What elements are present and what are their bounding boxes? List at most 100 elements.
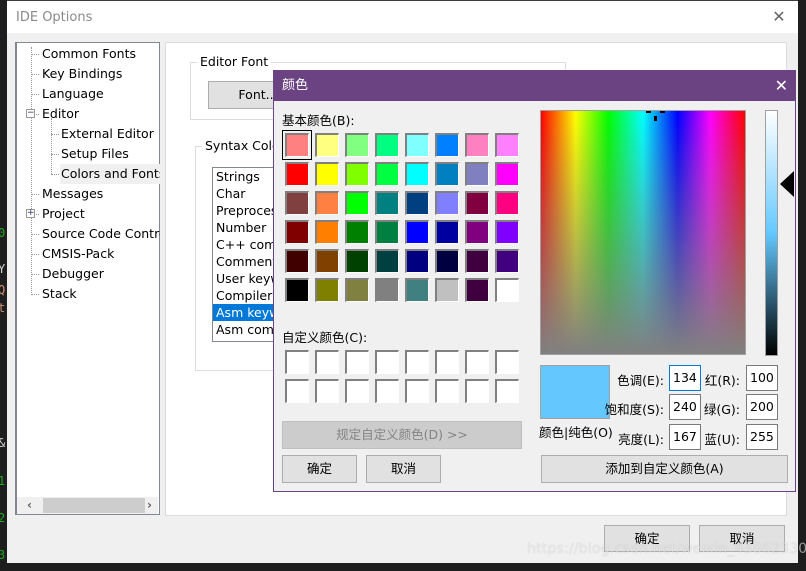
basic-color-swatch[interactable] bbox=[345, 133, 369, 157]
close-icon[interactable]: ✕ bbox=[769, 7, 789, 27]
tree-item[interactable]: Common Fonts bbox=[41, 44, 160, 64]
basic-color-swatch[interactable] bbox=[282, 130, 312, 160]
tree-connector bbox=[31, 254, 39, 255]
color-ok-button[interactable]: 确定 bbox=[282, 455, 357, 483]
basic-color-swatch[interactable] bbox=[405, 220, 429, 244]
custom-color-swatch[interactable] bbox=[495, 379, 519, 403]
tree-item[interactable]: Source Code Control bbox=[41, 224, 160, 244]
tree-horizontal-scrollbar[interactable]: ‹ › bbox=[17, 497, 158, 514]
basic-color-swatch[interactable] bbox=[465, 278, 489, 302]
basic-color-swatch[interactable] bbox=[465, 191, 489, 215]
basic-color-swatch[interactable] bbox=[315, 220, 339, 244]
basic-color-swatch[interactable] bbox=[375, 249, 399, 273]
basic-color-swatch[interactable] bbox=[495, 162, 519, 186]
custom-color-swatch[interactable] bbox=[345, 350, 369, 374]
custom-color-swatch[interactable] bbox=[435, 379, 459, 403]
basic-color-swatch[interactable] bbox=[345, 278, 369, 302]
basic-color-swatch[interactable] bbox=[405, 249, 429, 273]
custom-color-swatch[interactable] bbox=[315, 350, 339, 374]
custom-color-swatch[interactable] bbox=[375, 379, 399, 403]
basic-color-swatch[interactable] bbox=[285, 162, 309, 186]
basic-color-swatch[interactable] bbox=[315, 278, 339, 302]
custom-color-swatch[interactable] bbox=[285, 350, 309, 374]
basic-color-swatch[interactable] bbox=[405, 133, 429, 157]
tree-item[interactable]: Project bbox=[41, 204, 160, 224]
basic-color-swatch[interactable] bbox=[315, 191, 339, 215]
define-custom-colors-button[interactable]: 规定自定义颜色(D) >> bbox=[282, 421, 522, 449]
basic-color-swatch[interactable] bbox=[435, 278, 459, 302]
basic-color-swatch[interactable] bbox=[345, 220, 369, 244]
basic-color-swatch[interactable] bbox=[495, 133, 519, 157]
basic-color-swatch[interactable] bbox=[285, 220, 309, 244]
luminance-input[interactable]: 167 bbox=[669, 424, 701, 450]
custom-color-swatch[interactable] bbox=[345, 379, 369, 403]
basic-color-swatch[interactable] bbox=[345, 191, 369, 215]
basic-color-swatch[interactable] bbox=[285, 278, 309, 302]
custom-color-swatch[interactable] bbox=[435, 350, 459, 374]
basic-color-swatch[interactable] bbox=[375, 162, 399, 186]
green-input[interactable]: 200 bbox=[746, 394, 778, 420]
basic-color-swatch[interactable] bbox=[405, 162, 429, 186]
tree-item[interactable]: Language bbox=[41, 84, 160, 104]
tree-item[interactable]: Colors and Fonts bbox=[60, 164, 160, 184]
close-icon[interactable]: ✕ bbox=[775, 70, 788, 101]
saturation-input[interactable]: 240 bbox=[669, 394, 701, 420]
basic-color-swatch[interactable] bbox=[465, 133, 489, 157]
red-input[interactable]: 100 bbox=[746, 365, 778, 391]
basic-color-swatch[interactable] bbox=[435, 162, 459, 186]
basic-color-swatch[interactable] bbox=[375, 278, 399, 302]
add-to-custom-colors-button[interactable]: 添加到自定义颜色(A) bbox=[541, 455, 788, 483]
basic-color-swatch[interactable] bbox=[495, 278, 519, 302]
basic-color-swatch[interactable] bbox=[285, 191, 309, 215]
scroll-left-icon[interactable]: ‹ bbox=[21, 497, 38, 514]
expand-icon[interactable]: + bbox=[26, 209, 35, 218]
tree-item[interactable]: Stack bbox=[41, 284, 160, 304]
basic-color-swatch[interactable] bbox=[495, 249, 519, 273]
blue-input[interactable]: 255 bbox=[746, 424, 778, 450]
basic-color-swatch[interactable] bbox=[435, 191, 459, 215]
basic-color-swatch[interactable] bbox=[435, 220, 459, 244]
basic-color-swatch[interactable] bbox=[465, 162, 489, 186]
basic-color-swatch[interactable] bbox=[495, 220, 519, 244]
custom-color-swatch[interactable] bbox=[405, 379, 429, 403]
basic-color-swatch[interactable] bbox=[495, 191, 519, 215]
custom-color-swatch[interactable] bbox=[375, 350, 399, 374]
custom-color-swatch[interactable] bbox=[285, 379, 309, 403]
custom-color-swatch[interactable] bbox=[465, 350, 489, 374]
basic-color-swatch[interactable] bbox=[345, 249, 369, 273]
basic-color-swatch[interactable] bbox=[465, 249, 489, 273]
luminance-slider[interactable] bbox=[765, 110, 778, 356]
tree-item[interactable]: Key Bindings bbox=[41, 64, 160, 84]
scroll-right-icon[interactable]: › bbox=[141, 497, 158, 514]
custom-color-swatch[interactable] bbox=[405, 350, 429, 374]
basic-color-swatch[interactable] bbox=[375, 220, 399, 244]
tree-item[interactable]: External Editor bbox=[60, 124, 160, 144]
basic-color-swatch[interactable] bbox=[435, 133, 459, 157]
hue-input[interactable]: 134 bbox=[669, 365, 701, 391]
code-glyph: 0 bbox=[0, 226, 6, 240]
collapse-icon[interactable]: − bbox=[26, 109, 35, 118]
basic-color-swatch[interactable] bbox=[405, 278, 429, 302]
tree-item[interactable]: Setup Files bbox=[60, 144, 160, 164]
basic-color-swatch[interactable] bbox=[405, 191, 429, 215]
basic-color-swatch[interactable] bbox=[315, 162, 339, 186]
basic-color-swatch[interactable] bbox=[345, 162, 369, 186]
tree-item[interactable]: Editor bbox=[41, 104, 160, 124]
luminance-arrow-icon[interactable] bbox=[780, 171, 794, 197]
tree-item[interactable]: CMSIS-Pack bbox=[41, 244, 160, 264]
basic-color-swatch[interactable] bbox=[435, 249, 459, 273]
color-spectrum[interactable] bbox=[540, 110, 746, 355]
basic-color-swatch[interactable] bbox=[315, 133, 339, 157]
tree-item[interactable]: Debugger bbox=[41, 264, 160, 284]
tree-item[interactable]: Messages bbox=[41, 184, 160, 204]
custom-color-swatch[interactable] bbox=[495, 350, 519, 374]
custom-color-swatch[interactable] bbox=[465, 379, 489, 403]
basic-color-swatch[interactable] bbox=[465, 220, 489, 244]
custom-color-swatch[interactable] bbox=[315, 379, 339, 403]
color-cancel-button[interactable]: 取消 bbox=[366, 455, 441, 483]
basic-color-swatch[interactable] bbox=[375, 133, 399, 157]
basic-color-swatch[interactable] bbox=[375, 191, 399, 215]
basic-color-swatch[interactable] bbox=[315, 249, 339, 273]
basic-color-swatch[interactable] bbox=[285, 249, 309, 273]
scrollbar-thumb[interactable] bbox=[43, 498, 145, 513]
